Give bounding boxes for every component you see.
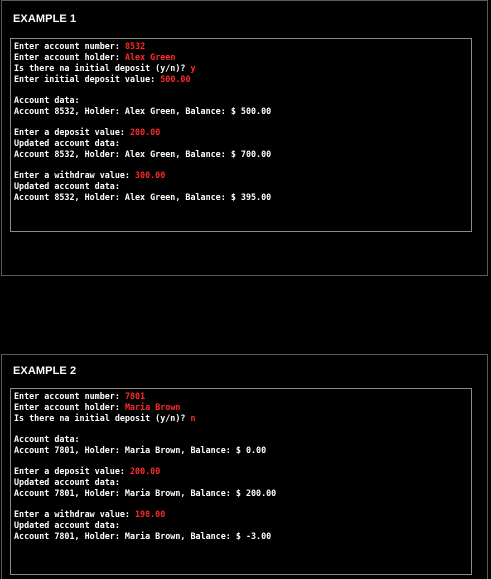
console-prompt-text: Enter a deposit value: [14, 127, 130, 137]
console-prompt-text: Updated account data: [14, 181, 120, 191]
console-line: Account 8532, Holder: Alex Green, Balanc… [14, 106, 471, 117]
console-prompt-text: Enter a deposit value: [14, 466, 130, 476]
console-line: Enter initial deposit value: 500.00 [14, 74, 471, 85]
console-line: Enter a withdraw value: 300.00 [14, 170, 471, 181]
console-line: Enter account number: 8532 [14, 41, 471, 52]
console-user-input: 8532 [124, 41, 146, 51]
console-line: Account 8532, Holder: Alex Green, Balanc… [14, 192, 471, 203]
console-prompt-text: Enter a withdraw value: [14, 170, 136, 180]
console-prompt-text: Updated account data: [14, 477, 120, 487]
console-user-input: n [190, 413, 196, 423]
console-prompt-text: Account 8532, Holder: Alex Green, Balanc… [14, 149, 272, 159]
example-2-console-output: Enter account number: 7801 Enter account … [10, 388, 472, 575]
example-2-panel: EXAMPLE 2 Enter account number: 7801 Ente… [1, 354, 488, 579]
console-prompt-text: Enter account number: [14, 391, 125, 401]
console-prompt-text: Enter a withdraw value: [14, 509, 136, 519]
console-user-input: Alex Green [124, 52, 176, 62]
console-prompt-text: Enter account number: [14, 41, 125, 51]
example-2-title: EXAMPLE 2 [13, 365, 77, 377]
console-user-input: y [190, 63, 196, 73]
console-user-input: 300.00 [135, 170, 166, 180]
console-line: Enter a deposit value: 200.00 [14, 466, 471, 477]
example-1-title: EXAMPLE 1 [13, 13, 77, 25]
console-line: Updated account data: [14, 520, 471, 531]
console-user-input: 198.00 [135, 509, 166, 519]
console-user-input: 7801 [124, 391, 146, 401]
console-user-input: 200.00 [129, 466, 161, 476]
console-line: Account data: [14, 434, 471, 445]
console-prompt-text: Updated account data: [14, 138, 120, 148]
console-line: Enter account holder: Alex Green [14, 52, 471, 63]
console-prompt-text: Enter initial deposit value: [14, 74, 161, 84]
console-line: Enter account number: 7801 [14, 391, 471, 402]
console-user-input: Maria Brown [124, 402, 181, 412]
console-prompt-text: Updated account data: [14, 520, 120, 530]
console-line: Updated account data: [14, 138, 471, 149]
console-line: Enter a deposit value: 200.00 [14, 127, 471, 138]
console-prompt-text: Account 7801, Holder: Maria Brown, Balan… [14, 531, 272, 541]
console-line: Account 7801, Holder: Maria Brown, Balan… [14, 445, 471, 456]
console-line: Is there na initial deposit (y/n)? y [14, 63, 471, 74]
console-prompt-text: Is there na initial deposit (y/n)? [14, 63, 191, 73]
console-prompt-text: Account 8532, Holder: Alex Green, Balanc… [14, 106, 272, 116]
example-1-panel: EXAMPLE 1 Enter account number: 8532 Ente… [1, 0, 488, 276]
console-user-input: 500.00 [160, 74, 191, 84]
console-line: Account data: [14, 95, 471, 106]
console-prompt-text: Account data: [14, 95, 80, 105]
console-line: Enter a withdraw value: 198.00 [14, 509, 471, 520]
console-prompt-text: Is there na initial deposit (y/n)? [14, 413, 191, 423]
console-prompt-text: Enter account holder: [14, 402, 125, 412]
console-prompt-text: Account 8532, Holder: Alex Green, Balanc… [14, 192, 272, 202]
console-prompt-text: Account data: [14, 434, 80, 444]
console-line: Updated account data: [14, 181, 471, 192]
console-prompt-text: Enter account holder: [14, 52, 125, 62]
example-1-console-output: Enter account number: 8532 Enter account … [10, 38, 472, 232]
console-prompt-text: Account 7801, Holder: Maria Brown, Balan… [14, 488, 277, 498]
console-line: Account 7801, Holder: Maria Brown, Balan… [14, 488, 471, 499]
console-line: Updated account data: [14, 477, 471, 488]
console-line: Enter account holder: Maria Brown [14, 402, 471, 413]
console-prompt-text: Account 7801, Holder: Maria Brown, Balan… [14, 445, 267, 455]
console-user-input: 200.00 [129, 127, 161, 137]
console-line: Account 8532, Holder: Alex Green, Balanc… [14, 149, 471, 160]
console-line: Account 7801, Holder: Maria Brown, Balan… [14, 531, 471, 542]
console-line: Is there na initial deposit (y/n)? n [14, 413, 471, 424]
